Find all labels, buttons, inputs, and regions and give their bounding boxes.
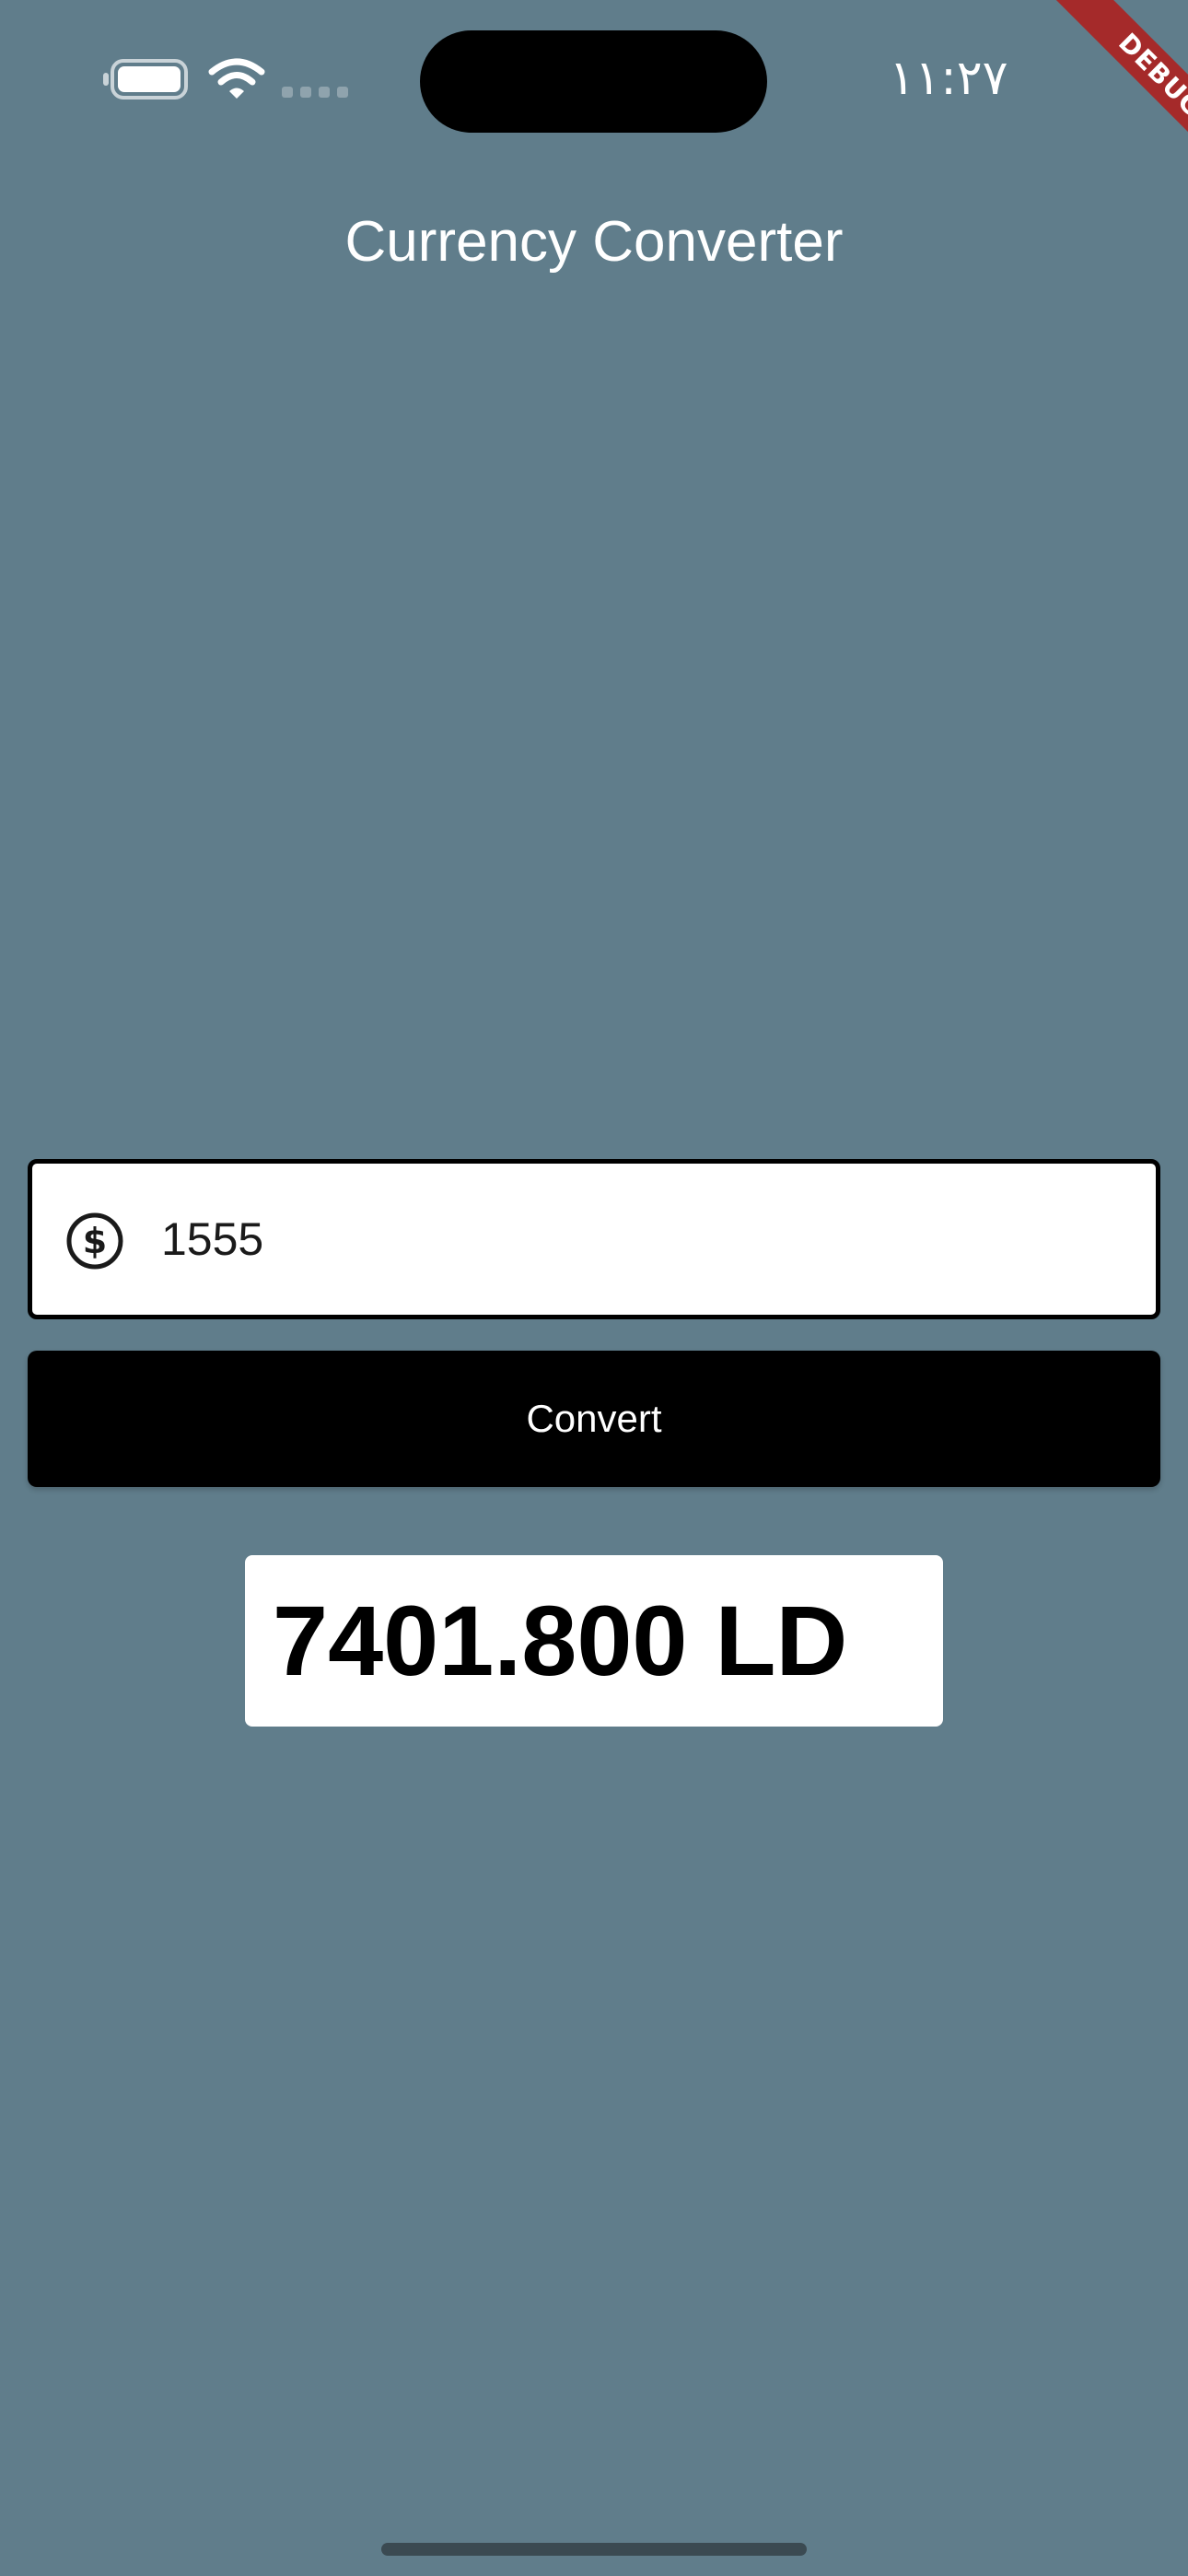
- page-title: Currency Converter: [344, 210, 844, 274]
- dollar-circle-icon: $: [66, 1212, 123, 1270]
- dynamic-island: [420, 30, 767, 133]
- status-time: ١١:٢٧: [889, 51, 1008, 106]
- amount-value[interactable]: 1555: [161, 1202, 263, 1276]
- convert-button[interactable]: Convert: [28, 1351, 1160, 1487]
- wifi-icon: [208, 58, 265, 99]
- home-indicator[interactable]: [381, 2543, 807, 2556]
- battery-icon: [103, 59, 188, 100]
- signal-icon: [282, 87, 348, 98]
- status-bar: ١١:٢٧: [0, 0, 1188, 157]
- amount-input[interactable]: $ 1555: [28, 1159, 1160, 1319]
- svg-text:$: $: [83, 1221, 107, 1261]
- app-screen: ١١:٢٧ DEBUG Currency Converter $ 1555 Co…: [0, 0, 1188, 2576]
- result-card: 7401.800 LD: [245, 1555, 943, 1727]
- result-value: 7401.800 LD: [273, 1585, 848, 1696]
